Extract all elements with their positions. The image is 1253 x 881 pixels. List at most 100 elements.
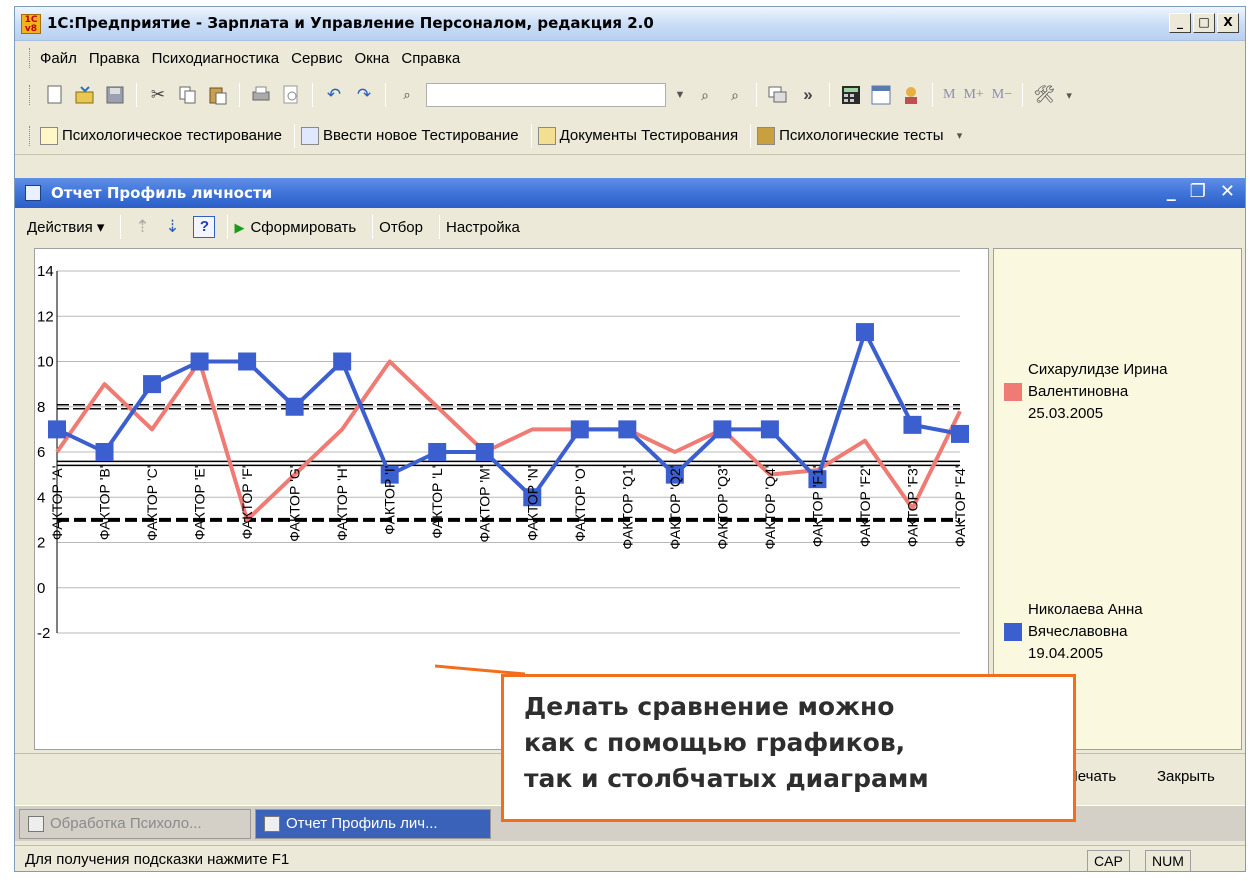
toolbar-separator (239, 83, 240, 107)
toolbar-grip[interactable] (29, 85, 32, 105)
x-tick-label: ФАКТОР 'L' (429, 466, 445, 539)
redo-icon[interactable]: ↷ (353, 84, 375, 106)
panel-grip[interactable] (29, 125, 32, 146)
search-input[interactable] (426, 83, 666, 107)
tab-personality-profile-label: Отчет Профиль лич... (286, 815, 438, 832)
x-tick-label: ФАКТОР 'F4' (952, 466, 968, 548)
undo-icon[interactable]: ↶ (323, 84, 345, 106)
x-tick-label: ФАКТОР 'Q3' (714, 466, 730, 550)
memory-mminus-button[interactable]: M− (992, 87, 1012, 103)
move-down-icon[interactable]: ⇣ (161, 216, 183, 238)
open-icon[interactable] (74, 84, 96, 106)
user-icon[interactable] (900, 84, 922, 106)
series-2-marker (760, 420, 779, 439)
doc-restore-button[interactable]: ❐ (1190, 181, 1206, 202)
y-tick-label: 14 (37, 263, 54, 280)
paste-icon[interactable] (207, 84, 229, 106)
tools-icon[interactable]: 🛠 (1033, 84, 1055, 106)
callout-line-1: Делать сравнение можно (524, 692, 895, 721)
copy-icon[interactable] (177, 84, 199, 106)
save-icon[interactable] (104, 84, 126, 106)
quick-psych-tests-button[interactable]: Психологические тесты (757, 126, 944, 145)
legend-swatch-series-1 (1004, 383, 1022, 401)
print-icon[interactable] (250, 84, 272, 106)
calendar-icon[interactable] (870, 84, 892, 106)
document-titlebar[interactable]: Отчет Профиль личности _ ❐ ✕ (15, 178, 1245, 208)
settings-button[interactable]: Настройка (446, 219, 520, 236)
tools-dropdown-icon[interactable]: ▾ (1059, 84, 1079, 106)
series-2-marker (95, 443, 114, 461)
calculator-icon[interactable] (840, 84, 862, 106)
x-tick-label: ФАКТОР 'G' (287, 466, 303, 542)
y-tick-label: -2 (37, 625, 50, 642)
tab-personality-profile[interactable]: Отчет Профиль лич... (255, 808, 491, 839)
quick-testing-docs-label: Документы Тестирования (559, 127, 739, 144)
toolbar-separator (1022, 83, 1024, 107)
x-tick-label: ФАКТОР 'Q1' (619, 466, 635, 550)
close-window-button[interactable]: X (1217, 13, 1239, 33)
legend-swatch-series-2 (1004, 623, 1022, 641)
preview-icon[interactable] (280, 84, 302, 106)
action-separator (227, 215, 229, 239)
move-up-icon[interactable]: ⇡ (131, 216, 153, 238)
menu-file[interactable]: Файл (40, 50, 77, 67)
x-tick-label: ФАКТОР 'Q2' (667, 466, 683, 550)
find-prev-icon[interactable]: ⌕ (724, 84, 746, 106)
menu-psychodiagnostics[interactable]: Психодиагностика (152, 50, 280, 67)
actions-menu-button[interactable]: Действия ▾ (27, 218, 104, 236)
find-next-icon[interactable]: ⌕ (694, 84, 716, 106)
binoculars-icon[interactable]: ⌕ (396, 84, 418, 106)
action-separator (439, 215, 440, 239)
minimize-button[interactable]: _ (1169, 13, 1191, 33)
x-tick-label: ФАКТОР 'O' (572, 466, 588, 542)
callout-line-2: как с помощью графиков, (524, 728, 906, 757)
panel-overflow-icon[interactable]: ▾ (950, 125, 970, 147)
generate-button[interactable]: ▶ Сформировать (234, 219, 356, 236)
quick-testing-docs-button[interactable]: Документы Тестирования (537, 126, 739, 145)
new-document-icon[interactable] (44, 84, 66, 106)
report-icon (25, 185, 41, 201)
menu-service[interactable]: Сервис (291, 50, 342, 67)
x-tick-label: ФАКТОР 'F2' (857, 466, 873, 548)
panel-separator (293, 123, 295, 148)
menu-windows[interactable]: Окна (355, 50, 390, 67)
toolbar-separator (312, 83, 313, 107)
status-hint: Для получения подсказки нажмите F1 (25, 851, 290, 868)
toolbar-separator (136, 83, 137, 107)
tab-psych-processing[interactable]: Обработка Психоло... (19, 808, 251, 839)
help-button[interactable]: ? (193, 216, 216, 238)
memory-mplus-button[interactable]: M+ (963, 87, 983, 103)
y-tick-label: 4 (37, 489, 45, 506)
toolbar-overflow-icon[interactable]: » (797, 84, 819, 106)
series-2-marker (903, 415, 922, 434)
series-2-marker (285, 397, 304, 416)
report-tab-icon (264, 815, 280, 832)
doc-minimize-button[interactable]: _ (1167, 181, 1176, 202)
play-icon: ▶ (234, 219, 245, 235)
menubar-grip[interactable] (29, 48, 32, 68)
quick-new-testing-button[interactable]: Ввести новое Тестирование (300, 126, 519, 145)
close-report-button[interactable]: Закрыть (1157, 768, 1215, 785)
maximize-button[interactable]: □ (1193, 13, 1215, 33)
memory-m-button[interactable]: M (943, 87, 955, 103)
series-2-marker (143, 375, 162, 394)
y-tick-label: 12 (37, 308, 54, 325)
caps-indicator: CAP (1087, 850, 1130, 871)
legend-label-series-2: Николаева Анна Вячеславовна 19.04.2005 (1028, 601, 1143, 662)
window-titlebar[interactable]: 1C v8 1С:Предприятие - Зарплата и Управл… (15, 7, 1245, 41)
y-tick-label: 2 (37, 535, 45, 552)
menu-edit[interactable]: Правка (89, 50, 140, 67)
series-2-marker (428, 443, 447, 461)
cut-icon[interactable]: ✂ (147, 84, 169, 106)
menu-help[interactable]: Справка (401, 50, 460, 67)
legend-label-series-1: Сихарулидзе Ирина Валентиновна 25.03.200… (1028, 361, 1168, 422)
filter-button[interactable]: Отбор (379, 219, 423, 236)
x-tick-label: ФАКТОР 'F' (239, 466, 255, 540)
windows-icon[interactable] (767, 84, 789, 106)
quick-psych-testing-button[interactable]: Психологическое тестирование (40, 126, 282, 145)
toolbar-separator (932, 83, 933, 107)
panel-separator (530, 123, 532, 148)
doc-close-button[interactable]: ✕ (1220, 181, 1235, 202)
search-dropdown-icon[interactable]: ▼ (670, 84, 690, 106)
document-title: Отчет Профиль личности (51, 184, 273, 202)
